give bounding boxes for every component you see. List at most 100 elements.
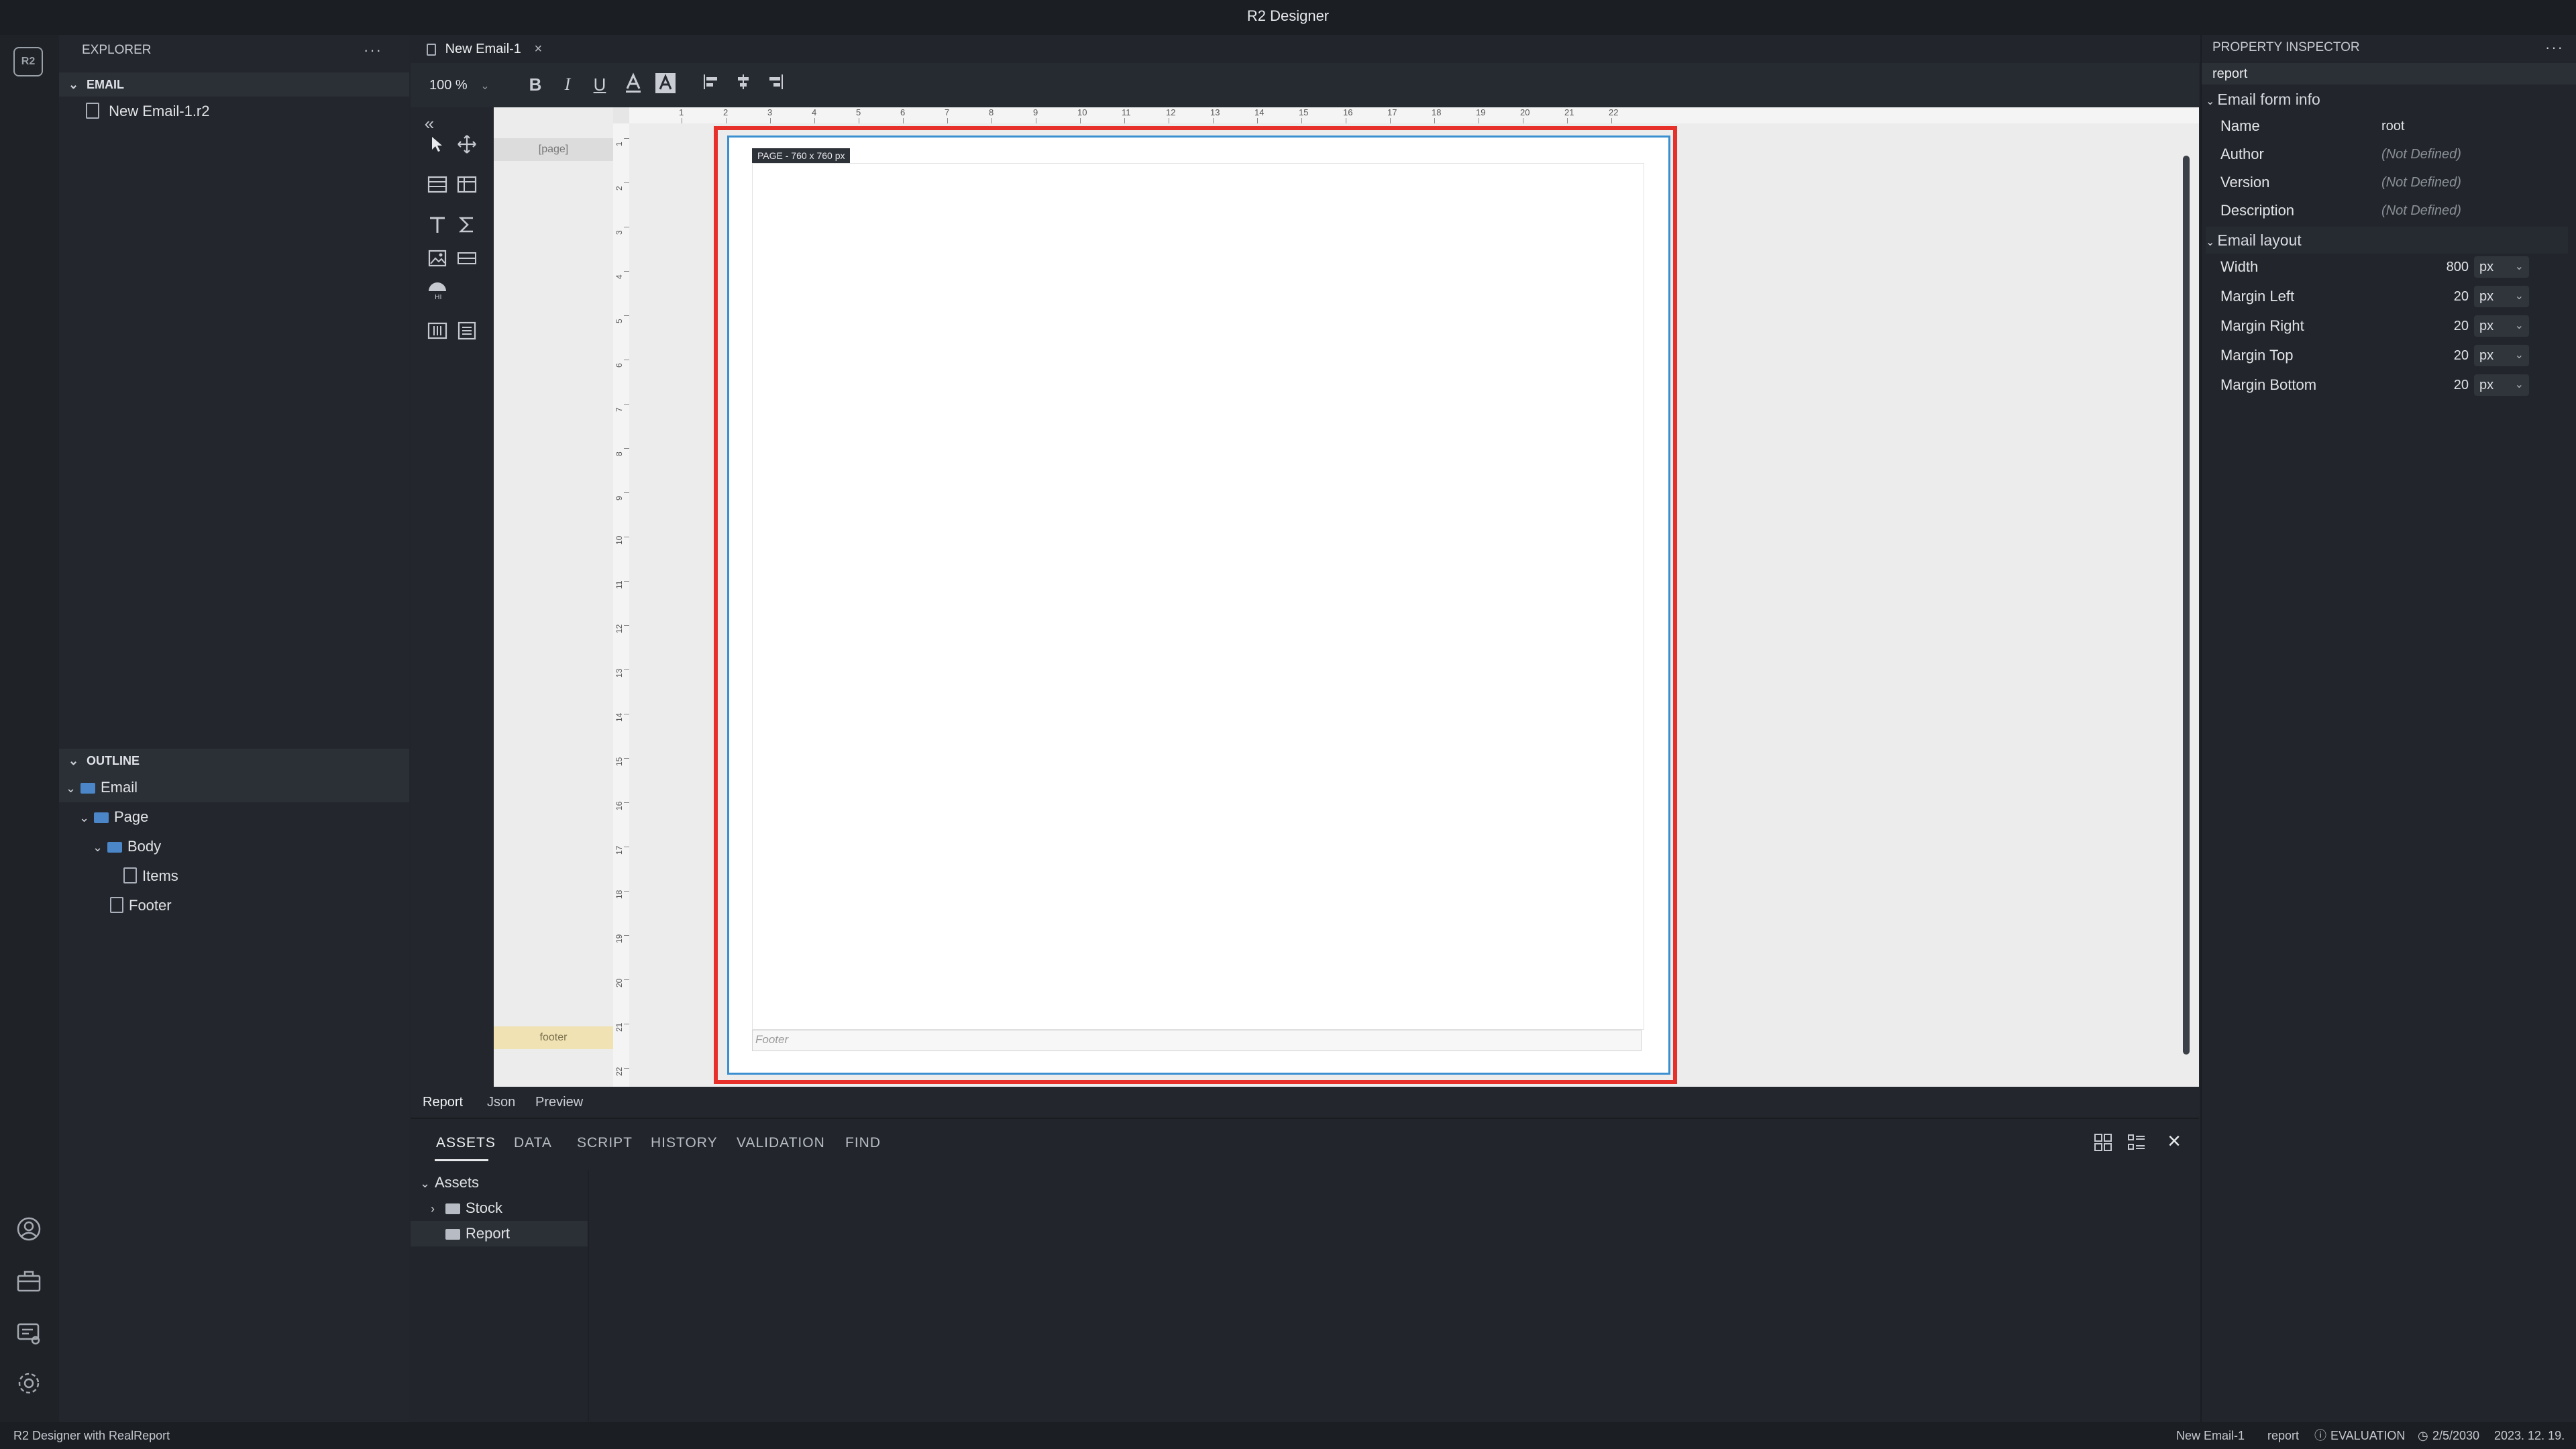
list-tool-icon[interactable] — [453, 321, 480, 347]
ruler-tick-label: 8 — [989, 107, 994, 117]
ruler-tick — [1124, 118, 1125, 123]
version-value[interactable]: (Not Defined) — [2381, 168, 2461, 197]
email-section-header[interactable]: ⌄ EMAIL — [59, 72, 409, 97]
ruler-tick — [1567, 118, 1568, 123]
margin-left-input[interactable]: 20 — [2422, 282, 2469, 311]
body-band[interactable] — [752, 163, 1644, 1030]
chevron-down-icon: ⌄ — [480, 80, 490, 92]
ruler-tick — [726, 118, 727, 123]
tab-validation[interactable]: VALIDATION — [737, 1135, 825, 1151]
footer-band-label[interactable]: footer — [494, 1026, 613, 1049]
tab-assets[interactable]: ASSETS — [436, 1135, 496, 1151]
page-band-label[interactable]: [page] — [494, 138, 613, 161]
tab-data[interactable]: DATA — [514, 1135, 552, 1151]
width-unit-select[interactable]: px ⌄ — [2474, 256, 2529, 278]
tree-label: Stock — [466, 1199, 503, 1216]
settings-gear-icon[interactable] — [15, 1370, 43, 1398]
margin-right-input[interactable]: 20 — [2422, 311, 2469, 341]
assets-stock-item[interactable]: › Stock — [411, 1195, 588, 1221]
assets-panel: ASSETS DATA SCRIPT HISTORY VALIDATION FI… — [411, 1118, 2199, 1424]
chart-tool-icon[interactable]: HI — [424, 280, 451, 307]
prop-label: Margin Left — [2220, 288, 2295, 305]
margin-top-input[interactable]: 20 — [2422, 341, 2469, 370]
explorer-file-item[interactable]: New Email-1.r2 — [59, 97, 409, 126]
unit-value: px — [2479, 378, 2494, 392]
account-icon[interactable] — [15, 1216, 43, 1244]
tab-preview[interactable]: Preview — [535, 1087, 583, 1118]
clock-icon: ◷ — [2418, 1429, 2428, 1442]
margin-right-unit-select[interactable]: px ⌄ — [2474, 315, 2529, 337]
text-tool-icon[interactable] — [424, 215, 451, 241]
margin-top-unit-select[interactable]: px ⌄ — [2474, 345, 2529, 366]
tab-find[interactable]: FIND — [845, 1135, 881, 1151]
tab-script[interactable]: SCRIPT — [577, 1135, 633, 1151]
grid-band-icon[interactable] — [453, 174, 480, 201]
collapse-panel-icon[interactable]: « — [416, 110, 443, 137]
activity-bar: R2 — [0, 35, 60, 1422]
app-logo-icon[interactable]: R2 — [13, 47, 43, 76]
ruler-tick — [624, 625, 629, 626]
chevron-down-icon: ⌄ — [79, 811, 90, 824]
close-panel-icon[interactable]: × — [2163, 1130, 2186, 1152]
name-value[interactable]: root — [2381, 111, 2404, 141]
underline-button[interactable]: U — [588, 72, 612, 97]
table-band-icon[interactable] — [424, 174, 451, 201]
zoom-select[interactable]: 100 % ⌄ — [429, 72, 490, 98]
canvas-vertical-scrollbar[interactable] — [2183, 156, 2190, 1055]
outline-item-page[interactable]: ⌄ Page — [59, 802, 409, 832]
ruler-tick — [624, 404, 629, 405]
grid-view-icon[interactable] — [2093, 1132, 2116, 1155]
outline-item-items[interactable]: Items — [59, 861, 409, 891]
summary-sigma-icon[interactable] — [453, 215, 480, 241]
inspector-more-icon[interactable]: ··· — [2545, 35, 2564, 60]
font-color-icon[interactable] — [621, 72, 645, 97]
assets-tree: ⌄ Assets › Stock Report — [411, 1170, 589, 1424]
footer-band[interactable]: Footer — [752, 1030, 1642, 1051]
ruler-tick-label: 20 — [1520, 107, 1530, 117]
align-left-icon[interactable] — [699, 72, 723, 97]
margin-bottom-unit-select[interactable]: px ⌄ — [2474, 374, 2529, 396]
bold-button[interactable]: B — [523, 72, 547, 97]
list-view-icon[interactable] — [2127, 1132, 2149, 1155]
design-canvas[interactable]: PAGE - 760 x 760 px Footer — [629, 123, 2199, 1087]
italic-button[interactable]: I — [555, 72, 580, 97]
status-bar: R2 Designer with RealReport New Email-1 … — [0, 1422, 2576, 1449]
background-color-icon[interactable] — [653, 72, 678, 97]
feedback-icon[interactable] — [15, 1320, 43, 1348]
ruler-tick-label: 18 — [614, 890, 624, 899]
width-input[interactable]: 800 — [2422, 252, 2469, 282]
tab-report[interactable]: Report — [423, 1087, 463, 1118]
ruler-tick-label: 2 — [614, 186, 624, 191]
outline-header[interactable]: ⌄ OUTLINE — [59, 749, 409, 773]
align-right-icon[interactable] — [763, 72, 788, 97]
property-inspector: PROPERTY INSPECTOR ··· report ⌄ Email for… — [2200, 35, 2576, 1422]
author-value[interactable]: (Not Defined) — [2381, 140, 2461, 169]
assets-root-item[interactable]: ⌄ Assets — [411, 1170, 588, 1195]
outline-item-footer[interactable]: Footer — [59, 891, 409, 920]
tab-new-email-1[interactable]: New Email-1 × — [420, 35, 549, 63]
move-tool-icon[interactable] — [453, 134, 480, 161]
description-value[interactable]: (Not Defined) — [2381, 196, 2461, 225]
group-email-layout[interactable]: ⌄ Email layout — [2206, 227, 2568, 254]
outline-item-email[interactable]: ⌄ Email — [59, 773, 409, 802]
email-page[interactable]: PAGE - 760 x 760 px Footer — [727, 136, 1670, 1075]
chevron-down-icon: ⌄ — [2206, 96, 2215, 107]
outline-label: Email — [101, 779, 138, 796]
package-icon[interactable] — [15, 1268, 43, 1296]
group-email-form-info[interactable]: ⌄ Email form info — [2206, 86, 2568, 113]
ruler-tick-label: 3 — [767, 107, 773, 117]
margin-left-unit-select[interactable]: px ⌄ — [2474, 286, 2529, 307]
tab-json[interactable]: Json — [487, 1087, 515, 1118]
tab-close-icon[interactable]: × — [534, 42, 542, 56]
margin-bottom-input[interactable]: 20 — [2422, 370, 2469, 400]
outline-item-body[interactable]: ⌄ Body — [59, 832, 409, 861]
barcode-tool-icon[interactable] — [453, 248, 480, 275]
explorer-more-icon[interactable]: ··· — [364, 35, 382, 66]
image-tool-icon[interactable] — [424, 248, 451, 275]
assets-report-item[interactable]: Report — [411, 1221, 588, 1246]
columns-tool-icon[interactable] — [424, 321, 451, 347]
align-center-icon[interactable] — [731, 72, 755, 97]
tab-history[interactable]: HISTORY — [651, 1135, 718, 1151]
ruler-tick — [903, 118, 904, 123]
select-pointer-icon[interactable] — [424, 134, 451, 161]
